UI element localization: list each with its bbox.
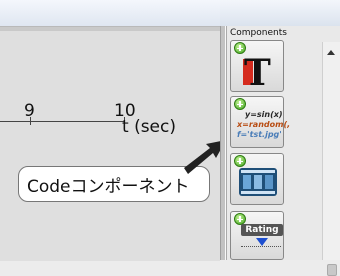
movie-component-button[interactable] bbox=[230, 153, 284, 205]
axis-unit-label: t (sec) bbox=[122, 117, 176, 137]
code-component-button[interactable]: y=sin(x) x=random(, f='tst.jpg' bbox=[230, 96, 290, 148]
timeline-top-border bbox=[0, 27, 220, 31]
rating-label: Rating bbox=[241, 224, 283, 236]
text-component-button[interactable]: T bbox=[230, 40, 284, 92]
add-plus-icon bbox=[234, 98, 246, 110]
scroll-thumb[interactable] bbox=[327, 264, 337, 276]
rating-pointer-icon bbox=[256, 238, 268, 246]
time-axis-line bbox=[0, 121, 125, 122]
text-t-icon: T bbox=[243, 52, 271, 91]
svg-text:T: T bbox=[244, 52, 271, 91]
toolbar-right-area bbox=[220, 0, 340, 26]
tick-label-9: 9 bbox=[24, 101, 35, 121]
scroll-up-arrow-icon[interactable] bbox=[327, 50, 335, 55]
film-strip-icon bbox=[239, 168, 277, 196]
callout-text: Codeコンポーネント bbox=[27, 176, 190, 197]
code-icon: y=sin(x) x=random(, f='tst.jpg' bbox=[237, 110, 291, 139]
components-scrollbar[interactable] bbox=[322, 42, 340, 276]
components-panel: Components T y=sin(x) x=random(, f='tst.… bbox=[226, 26, 340, 276]
rating-component-button[interactable]: Rating bbox=[230, 211, 284, 260]
